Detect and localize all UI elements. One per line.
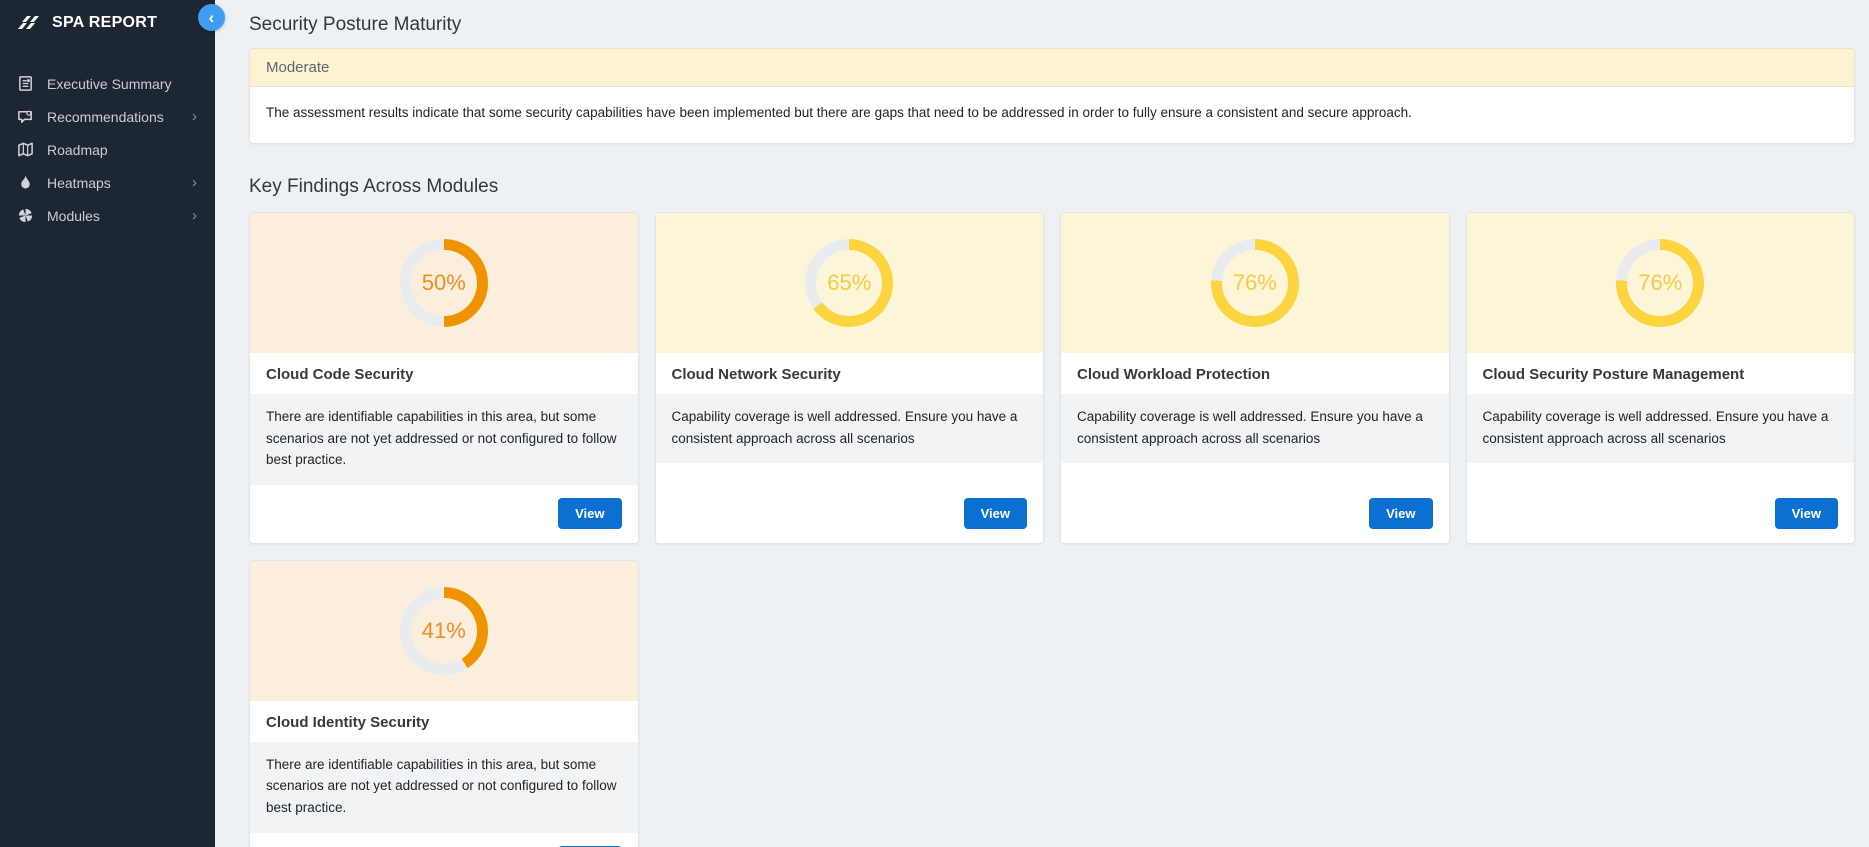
sidebar-item-heatmaps[interactable]: Heatmaps › [0,166,215,199]
chevron-right-icon: › [192,175,199,190]
maturity-banner: Moderate The assessment results indicate… [249,48,1855,144]
sidebar-item-roadmap[interactable]: Roadmap [0,133,215,166]
view-button[interactable]: View [1775,498,1838,529]
findings-cards-grid: 50% Cloud Code Security There are identi… [249,212,1855,847]
maturity-description: The assessment results indicate that som… [250,87,1854,143]
view-button[interactable]: View [558,498,621,529]
module-description: There are identifiable capabilities in t… [250,742,638,833]
spa-logo-icon [17,13,41,33]
view-button[interactable]: View [1369,498,1432,529]
recommendations-icon [16,108,34,126]
module-description: Capability coverage is well addressed. E… [1061,394,1449,463]
page-title: Security Posture Maturity [249,14,1855,36]
finding-card: 76% Cloud Workload Protection Capability… [1060,212,1450,544]
executive-summary-icon [16,75,34,93]
module-name: Cloud Security Posture Management [1467,353,1855,394]
module-score-donut: 76% [1211,239,1299,327]
sidebar-collapse-button[interactable]: ‹ [198,4,225,31]
chevron-right-icon: › [192,109,199,124]
finding-card: 76% Cloud Security Posture Management Ca… [1466,212,1856,544]
module-score-percent: 41% [422,618,466,644]
heatmaps-icon [16,174,34,192]
roadmap-icon [16,141,34,159]
finding-card: 41% Cloud Identity Security There are id… [249,560,639,847]
finding-card: 50% Cloud Code Security There are identi… [249,212,639,544]
sidebar-item-recommendations[interactable]: Recommendations › [0,100,215,133]
module-description: Capability coverage is well addressed. E… [1467,394,1855,463]
main-content: Security Posture Maturity Moderate The a… [215,0,1869,847]
module-description: Capability coverage is well addressed. E… [656,394,1044,463]
findings-title: Key Findings Across Modules [249,176,1855,198]
chevron-right-icon: › [192,208,199,223]
sidebar-nav: Executive Summary Recommendations › Road… [0,67,215,232]
module-name: Cloud Network Security [656,353,1044,394]
module-description: There are identifiable capabilities in t… [250,394,638,485]
finding-card: 65% Cloud Network Security Capability co… [655,212,1045,544]
sidebar-item-modules[interactable]: Modules › [0,199,215,232]
module-name: Cloud Code Security [250,353,638,394]
module-score-donut: 50% [400,239,488,327]
module-score-percent: 76% [1233,270,1277,296]
brand-title: SPA REPORT [52,14,157,32]
module-score-percent: 65% [827,270,871,296]
view-button[interactable]: View [964,498,1027,529]
module-name: Cloud Workload Protection [1061,353,1449,394]
module-score-donut: 76% [1616,239,1704,327]
sidebar-item-executive-summary[interactable]: Executive Summary [0,67,215,100]
module-score-donut: 65% [805,239,893,327]
brand: SPA REPORT [0,0,215,43]
module-score-donut: 41% [400,587,488,675]
module-score-percent: 76% [1638,270,1682,296]
module-name: Cloud Identity Security [250,701,638,742]
maturity-level-label: Moderate [250,49,1854,87]
module-score-percent: 50% [422,270,466,296]
modules-icon [16,207,34,225]
sidebar: SPA REPORT Executive Summary Recommendat… [0,0,215,847]
